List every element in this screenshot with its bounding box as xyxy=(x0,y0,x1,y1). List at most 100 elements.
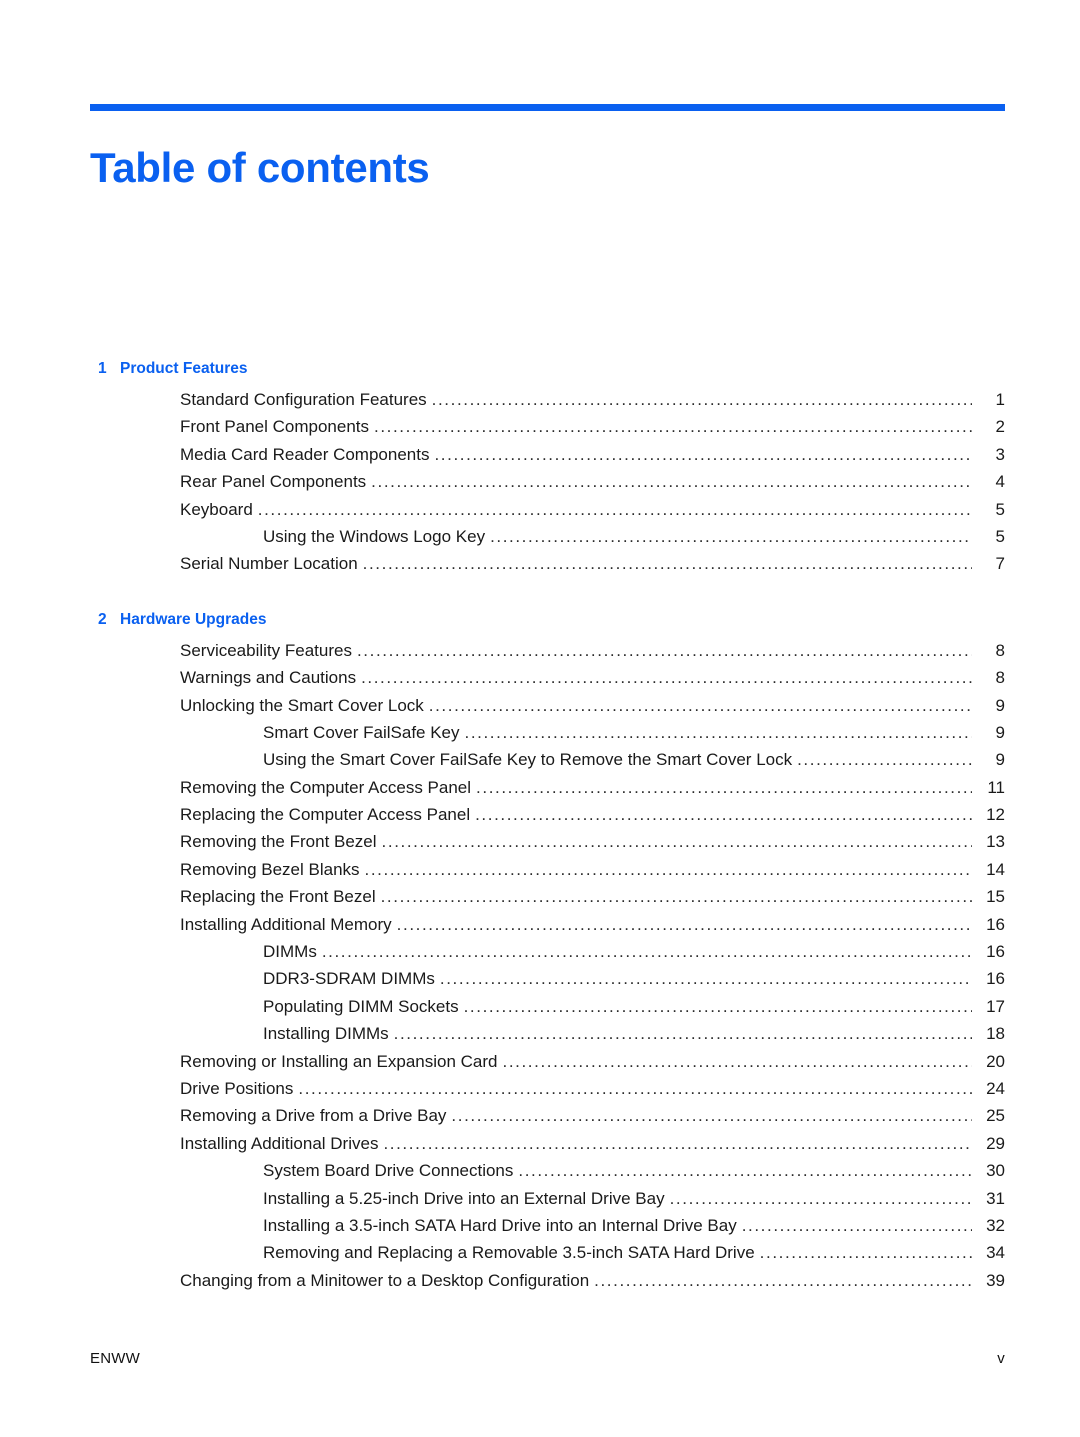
toc-entry-leader-dots: ........................................… xyxy=(383,1134,972,1152)
toc-entry-page-number: 8 xyxy=(995,640,1005,660)
toc-entry-label: Keyboard xyxy=(180,499,253,519)
toc-entry-leader-dots: ........................................… xyxy=(362,555,972,573)
toc-entry-leader-dots: ........................................… xyxy=(380,888,972,906)
toc-entry[interactable]: Removing Bezel Blanks...................… xyxy=(90,861,1005,888)
toc-chapter: 2 Hardware Upgrades Serviceability Feature… xyxy=(90,611,1005,1299)
toc-entry-leader-dots: ........................................… xyxy=(298,1079,972,1097)
toc-entry-leader-dots: ........................................… xyxy=(374,418,972,436)
toc-entry-label: Populating DIMM Sockets xyxy=(263,996,459,1016)
toc-entry-label: Replacing the Front Bezel xyxy=(180,887,376,907)
toc-entry-leader-dots: ........................................… xyxy=(393,1025,972,1043)
toc-entry-leader-dots: ........................................… xyxy=(476,778,972,796)
toc-entry-label: Media Card Reader Components xyxy=(180,444,430,464)
toc-entry[interactable]: Replacing the Front Bezel...............… xyxy=(90,888,1005,915)
toc-entry[interactable]: Drive Positions.........................… xyxy=(90,1080,1005,1107)
toc-entry-page-number: 17 xyxy=(986,996,1005,1016)
toc-entry-leader-dots: ........................................… xyxy=(361,669,972,687)
toc-entry-page-number: 14 xyxy=(986,859,1005,879)
toc-entry-label: DDR3-SDRAM DIMMs xyxy=(263,969,435,989)
toc-entry[interactable]: Removing or Installing an Expansion Card… xyxy=(90,1053,1005,1080)
toc-entry-label: System Board Drive Connections xyxy=(263,1161,514,1181)
toc-entry[interactable]: Installing a 5.25-inch Drive into an Ext… xyxy=(90,1190,1005,1217)
toc-entry-label: Installing DIMMs xyxy=(263,1024,389,1044)
toc-entry[interactable]: Removing the Front Bezel................… xyxy=(90,833,1005,860)
toc-entry[interactable]: Rear Panel Components...................… xyxy=(90,473,1005,500)
toc-entry-label: Standard Configuration Features xyxy=(180,390,427,409)
toc-entry-label: Unlocking the Smart Cover Lock xyxy=(180,695,424,715)
toc-entry-page-number: 9 xyxy=(995,722,1005,742)
toc-entry[interactable]: Installing Additional Memory............… xyxy=(90,916,1005,943)
toc-entry[interactable]: Unlocking the Smart Cover Lock..........… xyxy=(90,697,1005,724)
toc-entry-page-number: 5 xyxy=(995,499,1005,519)
toc-entry-leader-dots: ........................................… xyxy=(463,997,972,1015)
toc-entry-leader-dots: ........................................… xyxy=(428,696,972,714)
toc-entry[interactable]: Smart Cover FailSafe Key................… xyxy=(90,724,1005,751)
toc-entry-label: Installing a 5.25-inch Drive into an Ext… xyxy=(263,1188,665,1208)
table-of-contents: 1 Product Features Standard Configuration … xyxy=(90,360,1005,1299)
toc-entry-label: Installing Additional Memory xyxy=(180,914,392,934)
toc-entry[interactable]: Serviceability Features.................… xyxy=(90,642,1005,669)
page-title: Table of contents xyxy=(90,144,430,192)
toc-entry-page-number: 7 xyxy=(995,554,1005,574)
toc-entry-page-number: 1 xyxy=(995,390,1005,409)
toc-entry[interactable]: Warnings and Cautions...................… xyxy=(90,669,1005,696)
toc-entry-page-number: 12 xyxy=(986,805,1005,825)
toc-chapter-number: 2 xyxy=(98,610,107,628)
toc-entry-page-number: 29 xyxy=(986,1133,1005,1153)
toc-chapter-title: Hardware Upgrades xyxy=(120,610,267,628)
toc-entry-page-number: 20 xyxy=(986,1051,1005,1071)
toc-entry-label: Removing and Replacing a Removable 3.5-i… xyxy=(263,1243,755,1263)
toc-entry[interactable]: Removing and Replacing a Removable 3.5-i… xyxy=(90,1244,1005,1271)
toc-entry-leader-dots: ........................................… xyxy=(490,527,972,545)
toc-entry-label: DIMMs xyxy=(263,942,317,962)
toc-entry-leader-dots: ........................................… xyxy=(434,445,972,463)
toc-entry-label: Changing from a Minitower to a Desktop C… xyxy=(180,1270,590,1290)
toc-entry-leader-dots: ........................................… xyxy=(431,391,972,408)
toc-entry-leader-dots: ........................................… xyxy=(371,473,972,491)
toc-entry[interactable]: Media Card Reader Components............… xyxy=(90,446,1005,473)
toc-entry-leader-dots: ........................................… xyxy=(257,500,972,518)
toc-entry-label: Removing Bezel Blanks xyxy=(180,859,360,879)
toc-entry-leader-dots: ........................................… xyxy=(475,806,972,824)
toc-entry-leader-dots: ........................................… xyxy=(741,1216,972,1234)
toc-entry-label: Smart Cover FailSafe Key xyxy=(263,722,460,742)
toc-entry[interactable]: DIMMs...................................… xyxy=(90,943,1005,970)
toc-entry-label: Using the Smart Cover FailSafe Key to Re… xyxy=(263,750,793,770)
toc-entry[interactable]: Removing the Computer Access Panel......… xyxy=(90,779,1005,806)
toc-entry-page-number: 8 xyxy=(995,668,1005,688)
toc-entry-page-number: 25 xyxy=(986,1106,1005,1126)
toc-entry-leader-dots: ........................................… xyxy=(451,1107,972,1125)
toc-entry-leader-dots: ........................................… xyxy=(594,1271,972,1289)
toc-entry-page-number: 34 xyxy=(986,1243,1005,1263)
toc-entry-page-number: 16 xyxy=(986,942,1005,962)
toc-entry[interactable]: Front Panel Components..................… xyxy=(90,418,1005,445)
toc-entry-page-number: 13 xyxy=(986,832,1005,852)
toc-entry-leader-dots: ........................................… xyxy=(364,860,972,878)
document-page: Table of contents 1 Product Features Stand… xyxy=(0,0,1080,1437)
toc-entry[interactable]: Using the Windows Logo Key..............… xyxy=(90,528,1005,555)
toc-entry[interactable]: Installing DIMMs........................… xyxy=(90,1025,1005,1052)
toc-entry[interactable]: Installing a 3.5-inch SATA Hard Drive in… xyxy=(90,1217,1005,1244)
toc-entry[interactable]: Populating DIMM Sockets.................… xyxy=(90,998,1005,1025)
toc-entry[interactable]: System Board Drive Connections..........… xyxy=(90,1162,1005,1189)
toc-entry-leader-dots: ........................................… xyxy=(669,1189,972,1207)
toc-entry-page-number: 3 xyxy=(995,444,1005,464)
toc-entry-page-number: 30 xyxy=(986,1161,1005,1181)
toc-entry[interactable]: Replacing the Computer Access Panel.....… xyxy=(90,806,1005,833)
toc-entry[interactable]: Using the Smart Cover FailSafe Key to Re… xyxy=(90,751,1005,778)
toc-entry[interactable]: Keyboard................................… xyxy=(90,501,1005,528)
toc-entry-label: Removing a Drive from a Drive Bay xyxy=(180,1106,447,1126)
toc-chapter-heading[interactable]: 1 Product Features xyxy=(90,360,1005,378)
toc-entry[interactable]: Installing Additional Drives............… xyxy=(90,1135,1005,1162)
toc-entry[interactable]: Serial Number Location..................… xyxy=(90,555,1005,582)
toc-chapter-heading[interactable]: 2 Hardware Upgrades xyxy=(90,611,1005,629)
toc-entry[interactable]: DDR3-SDRAM DIMMs........................… xyxy=(90,970,1005,997)
toc-entry-page-number: 16 xyxy=(986,914,1005,934)
toc-entry[interactable]: Standard Configuration Features.........… xyxy=(90,391,1005,418)
toc-entry-label: Serial Number Location xyxy=(180,554,358,574)
toc-entry[interactable]: Changing from a Minitower to a Desktop C… xyxy=(90,1272,1005,1299)
toc-entry-label: Replacing the Computer Access Panel xyxy=(180,805,471,825)
toc-entry-page-number: 9 xyxy=(995,750,1005,770)
toc-entry[interactable]: Removing a Drive from a Drive Bay.......… xyxy=(90,1107,1005,1134)
toc-entry-leader-dots: ........................................… xyxy=(464,723,972,741)
